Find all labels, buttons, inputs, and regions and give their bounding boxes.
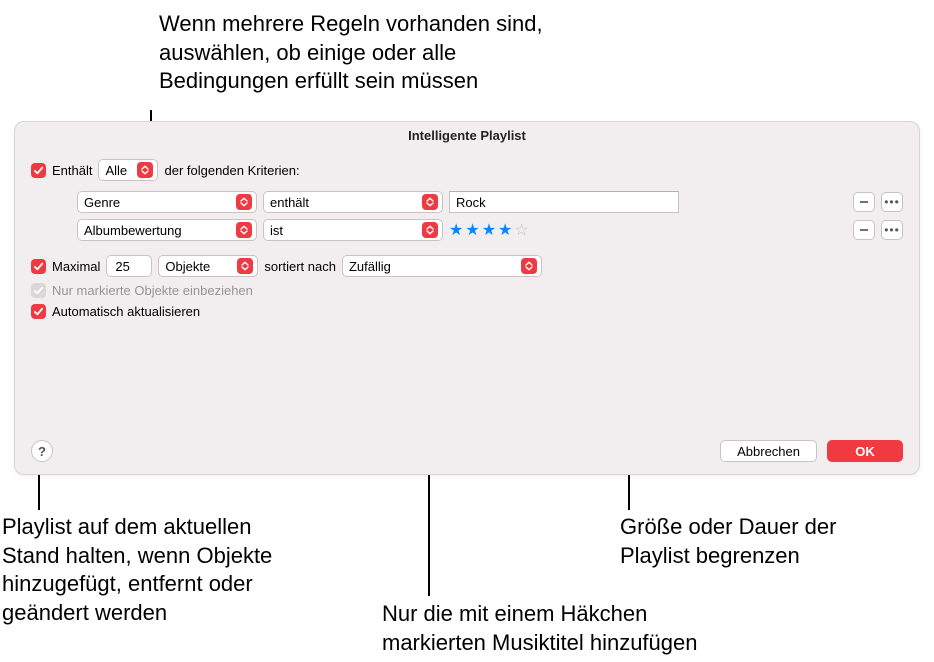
chevrons-icon — [236, 222, 252, 238]
callout-match-logic: Wenn mehrere Regeln vorhanden sind, ausw… — [159, 10, 543, 96]
rule-row: Albumbewertung ist ★★★★☆ ••• — [77, 219, 903, 241]
chevrons-icon — [521, 258, 537, 274]
callout-checked-only: Nur die mit einem Häkchen markierten Mus… — [382, 600, 697, 657]
live-update-checkbox[interactable] — [31, 304, 46, 319]
dialog-content: Enthält Alle der folgenden Kriterien: Ge… — [15, 149, 919, 337]
match-any-all-select[interactable]: Alle — [98, 159, 158, 181]
checked-only-checkbox[interactable] — [31, 283, 46, 298]
select-value: ist — [270, 223, 418, 238]
rule-value-field[interactable]: Rock — [449, 191, 679, 213]
checked-only-label: Nur markierte Objekte einbeziehen — [52, 283, 253, 298]
callout-limit: Größe oder Dauer der Playlist begrenzen — [620, 513, 836, 570]
select-value: Zufällig — [349, 259, 517, 274]
rule-rating-stars[interactable]: ★★★★☆ — [449, 220, 531, 240]
check-icon — [33, 165, 44, 176]
select-value: Albumbewertung — [84, 223, 232, 238]
chevrons-icon — [237, 258, 253, 274]
check-icon — [33, 285, 44, 296]
rule-field-select[interactable]: Albumbewertung — [77, 219, 257, 241]
live-update-label: Automatisch aktualisieren — [52, 304, 200, 319]
select-value: Alle — [105, 163, 133, 178]
sort-by-label: sortiert nach — [264, 259, 336, 274]
chevrons-icon — [422, 222, 438, 238]
rule-value-text: Rock — [456, 195, 486, 210]
ok-button[interactable]: OK — [827, 440, 903, 462]
help-button[interactable]: ? — [31, 440, 53, 462]
match-prefix-label: Enthält — [52, 163, 92, 178]
rule-row: Genre enthält Rock ••• — [77, 191, 903, 213]
dialog-title: Intelligente Playlist — [15, 122, 919, 149]
check-icon — [33, 261, 44, 272]
remove-rule-button[interactable] — [853, 220, 875, 240]
callout-live-update: Playlist auf dem aktuellen Stand halten,… — [2, 513, 272, 627]
chevrons-icon — [422, 194, 438, 210]
remove-rule-button[interactable] — [853, 192, 875, 212]
limit-unit-select[interactable]: Objekte — [158, 255, 258, 277]
rule-more-button[interactable]: ••• — [881, 192, 903, 212]
select-value: Genre — [84, 195, 232, 210]
rule-field-select[interactable]: Genre — [77, 191, 257, 213]
rule-op-select[interactable]: enthält — [263, 191, 443, 213]
smart-playlist-dialog: Intelligente Playlist Enthält Alle der f… — [14, 121, 920, 475]
select-value: enthält — [270, 195, 418, 210]
match-checkbox[interactable] — [31, 163, 46, 178]
sort-by-select[interactable]: Zufällig — [342, 255, 542, 277]
limit-label: Maximal — [52, 259, 100, 274]
limit-value-input[interactable] — [113, 258, 147, 275]
limit-checkbox[interactable] — [31, 259, 46, 274]
match-suffix-label: der folgenden Kriterien: — [164, 163, 299, 178]
rule-op-select[interactable]: ist — [263, 219, 443, 241]
rule-more-button[interactable]: ••• — [881, 220, 903, 240]
minus-icon — [859, 225, 869, 235]
question-mark-icon: ? — [38, 444, 46, 459]
check-icon — [33, 306, 44, 317]
chevrons-icon — [137, 162, 153, 178]
cancel-button[interactable]: Abbrechen — [720, 440, 817, 462]
minus-icon — [859, 197, 869, 207]
limit-value-field[interactable] — [106, 255, 152, 277]
select-value: Objekte — [165, 259, 233, 274]
chevrons-icon — [236, 194, 252, 210]
dialog-footer: Abbrechen OK — [720, 440, 903, 462]
